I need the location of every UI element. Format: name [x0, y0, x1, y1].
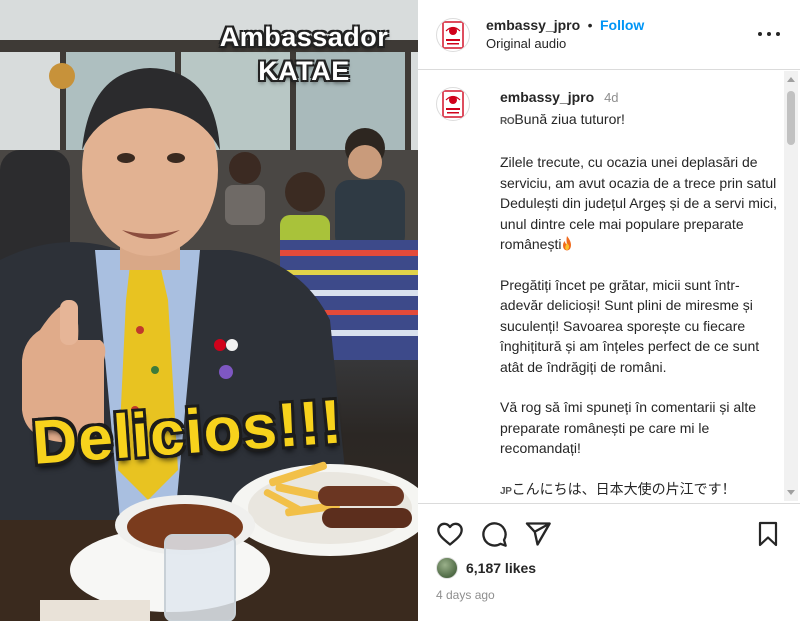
comment-icon[interactable]: [480, 520, 508, 548]
post-timestamp[interactable]: 4 days ago: [436, 588, 495, 602]
header-separator: •: [587, 17, 593, 34]
caption-japanese-line: こんにちは、日本大使の片江です！: [511, 480, 736, 497]
overlay-title-line2: KATAE: [258, 56, 350, 86]
scroll-down-arrow-icon[interactable]: [787, 490, 795, 495]
caption-paragraph-2: Pregătiți încet pe grătar, micii sunt în…: [500, 276, 760, 375]
liker-avatar[interactable]: [436, 557, 458, 579]
caption-area: embassy_jpro 4d ROBună ziua tuturor! Zil…: [418, 71, 800, 501]
post-actions-area: 6,187 likes 4 days ago: [418, 503, 800, 621]
embassy-emblem-icon: [442, 20, 464, 49]
post-side-panel: embassy_jpro • Follow Original audio emb…: [418, 0, 800, 621]
send-icon[interactable]: [524, 520, 552, 548]
caption-age[interactable]: 4d: [604, 90, 618, 105]
more-options-icon[interactable]: [758, 24, 780, 44]
post-header: embassy_jpro • Follow Original audio: [418, 0, 800, 70]
bookmark-icon[interactable]: [756, 521, 780, 547]
caption-avatar[interactable]: [436, 87, 470, 121]
caption-username[interactable]: embassy_jpro: [500, 89, 594, 105]
ro-flag-label: RO: [500, 115, 515, 127]
jp-flag-label: JP: [500, 485, 512, 497]
fire-emoji-icon: [563, 236, 572, 251]
header-username[interactable]: embassy_jpro: [486, 17, 580, 33]
scroll-thumb[interactable]: [787, 91, 795, 145]
embassy-emblem-icon: [442, 90, 464, 118]
caption-paragraph-1: Zilele trecute, cu ocazia unei deplasări…: [500, 154, 778, 252]
caption-scrollbar[interactable]: [784, 71, 798, 501]
caption-greeting: Bună ziua tuturor!: [514, 110, 625, 127]
heart-icon[interactable]: [436, 520, 464, 548]
follow-button[interactable]: Follow: [600, 17, 644, 33]
likes-count[interactable]: 6,187 likes: [466, 560, 536, 576]
overlay-title-line1: Ambassador: [219, 22, 389, 52]
profile-avatar[interactable]: [436, 17, 470, 52]
audio-label[interactable]: Original audio: [486, 36, 644, 52]
post-media[interactable]: Ambassador KATAE Delicios!!!: [0, 0, 418, 621]
caption-paragraph-3: Vă rog să îmi spuneți în comentarii și a…: [500, 399, 757, 456]
caption-text: embassy_jpro 4d ROBună ziua tuturor! Zil…: [500, 87, 782, 501]
media-photo: [0, 0, 418, 621]
scroll-up-arrow-icon[interactable]: [787, 77, 795, 82]
